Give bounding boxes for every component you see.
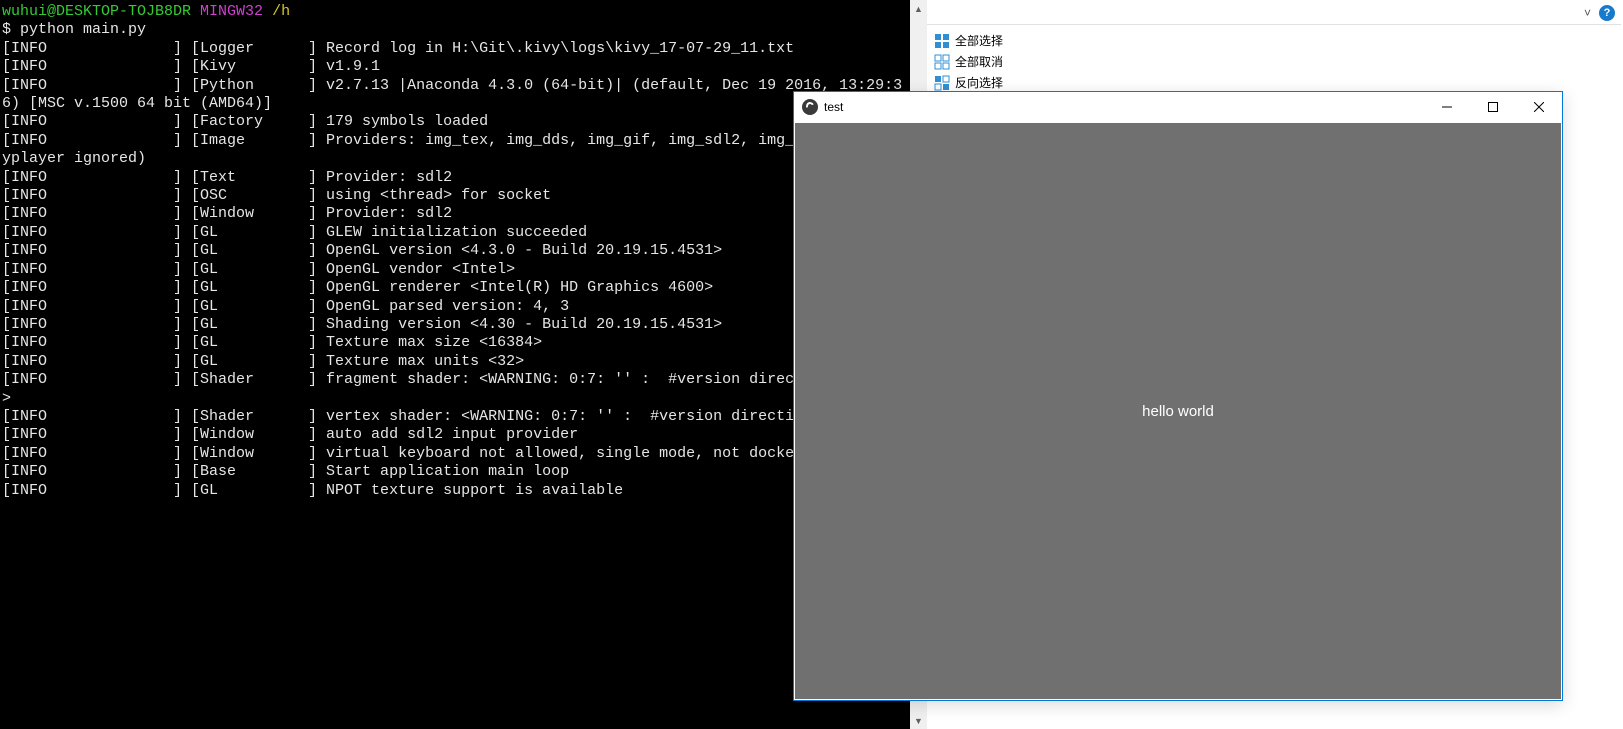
select-all-label: 全部选择	[955, 32, 1003, 49]
selection-ribbon-group: 全部选择 全部取消 反向选择	[930, 30, 1007, 93]
terminal-env: MINGW32	[200, 3, 263, 20]
app-title: test	[824, 100, 843, 114]
maximize-button[interactable]	[1470, 92, 1516, 122]
app-titlebar[interactable]: test	[794, 92, 1562, 122]
select-all-icon	[934, 33, 950, 49]
minimize-icon	[1442, 102, 1452, 112]
close-icon	[1534, 102, 1544, 112]
help-icon[interactable]: ?	[1599, 5, 1615, 21]
terminal-output: [INFO ] [Logger ] Record log in H:\Git\.…	[2, 40, 902, 499]
invert-selection-label: 反向选择	[955, 74, 1003, 91]
terminal-command: $ python main.py	[2, 21, 146, 38]
invert-selection-button[interactable]: 反向选择	[930, 72, 1007, 93]
terminal-path: /h	[272, 3, 290, 20]
ribbon-collapse-icon[interactable]: ˅	[1584, 6, 1591, 20]
scroll-down-icon[interactable]: ▼	[910, 712, 927, 729]
minimize-button[interactable]	[1424, 92, 1470, 122]
maximize-icon	[1488, 102, 1498, 112]
kivy-app-window[interactable]: test hello world	[793, 91, 1563, 701]
close-button[interactable]	[1516, 92, 1562, 122]
select-none-icon	[934, 54, 950, 70]
terminal-window[interactable]: wuhui@DESKTOP-TOJB8DR MINGW32 /h $ pytho…	[0, 0, 910, 729]
kivy-icon	[802, 99, 818, 115]
scroll-up-icon[interactable]: ▲	[910, 0, 927, 17]
invert-selection-icon	[934, 75, 950, 91]
terminal-user: wuhui@DESKTOP-TOJB8DR	[2, 3, 191, 20]
select-none-button[interactable]: 全部取消	[930, 51, 1007, 72]
app-client-area: hello world	[795, 123, 1561, 699]
select-all-button[interactable]: 全部选择	[930, 30, 1007, 51]
help-label: ?	[1604, 7, 1611, 19]
explorer-divider	[927, 24, 1621, 25]
select-none-label: 全部取消	[955, 53, 1003, 70]
hello-world-label: hello world	[1142, 403, 1214, 420]
